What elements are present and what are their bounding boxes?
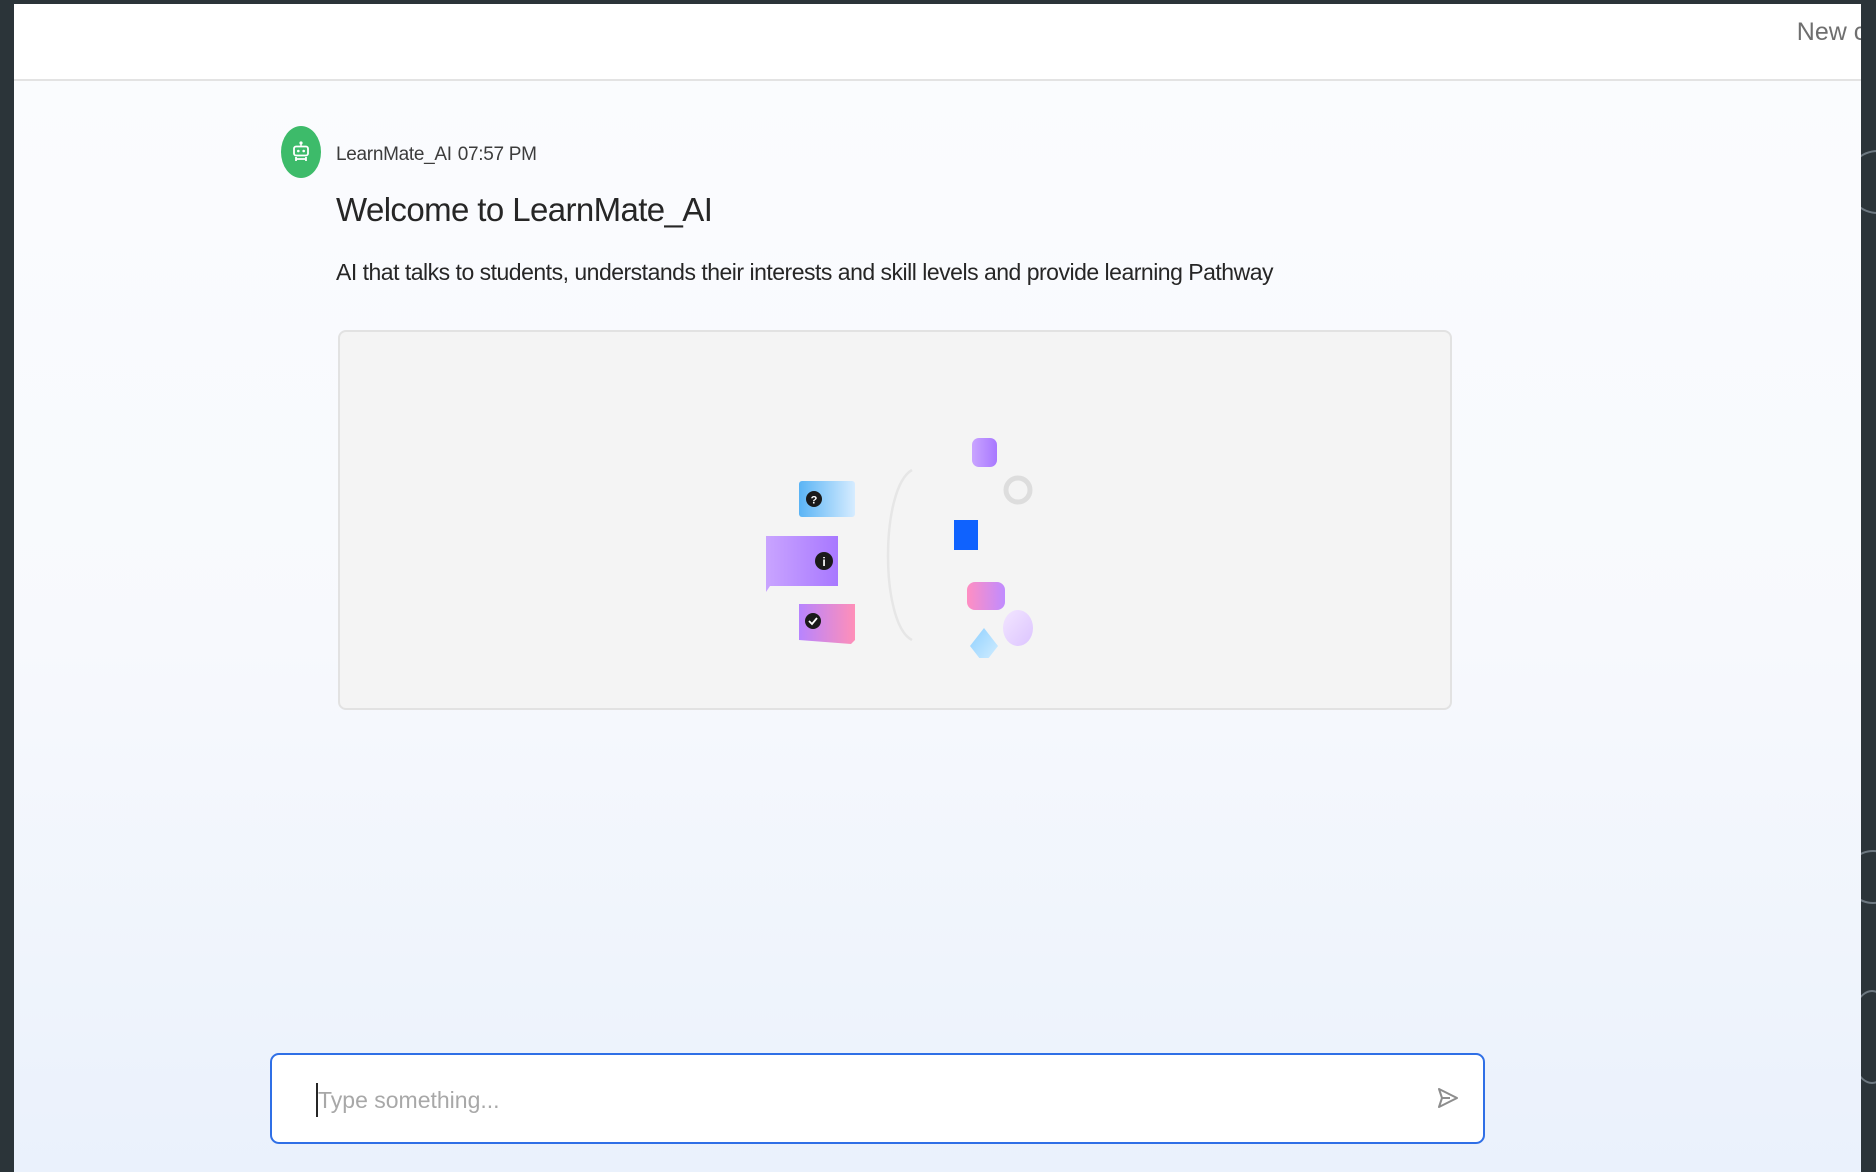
svg-text:?: ? [811,495,818,507]
sender-name: LearnMate_AI [336,144,452,165]
message-composer [270,1053,1485,1144]
chat-window: New chat LearnMate_AI07:57 PM Welcome to… [14,4,1861,1172]
welcome-illustration-card: ? i [338,330,1452,710]
top-bar: New chat [14,4,1861,81]
svg-text:i: i [822,555,825,569]
robot-icon [281,126,321,178]
message-meta: LearnMate_AI 07:57 PM [336,144,543,166]
message-input[interactable] [316,1077,1400,1123]
welcome-title: Welcome to LearnMate_AI [336,191,713,228]
text-caret [316,1083,318,1117]
welcome-description: AI that talks to students, understands t… [336,259,1274,285]
welcome-illustration: ? i [766,438,1033,658]
send-icon[interactable] [1433,1084,1461,1112]
message-time: 07:57 PM [457,144,537,165]
new-chat-button[interactable]: New chat [1797,18,1861,47]
